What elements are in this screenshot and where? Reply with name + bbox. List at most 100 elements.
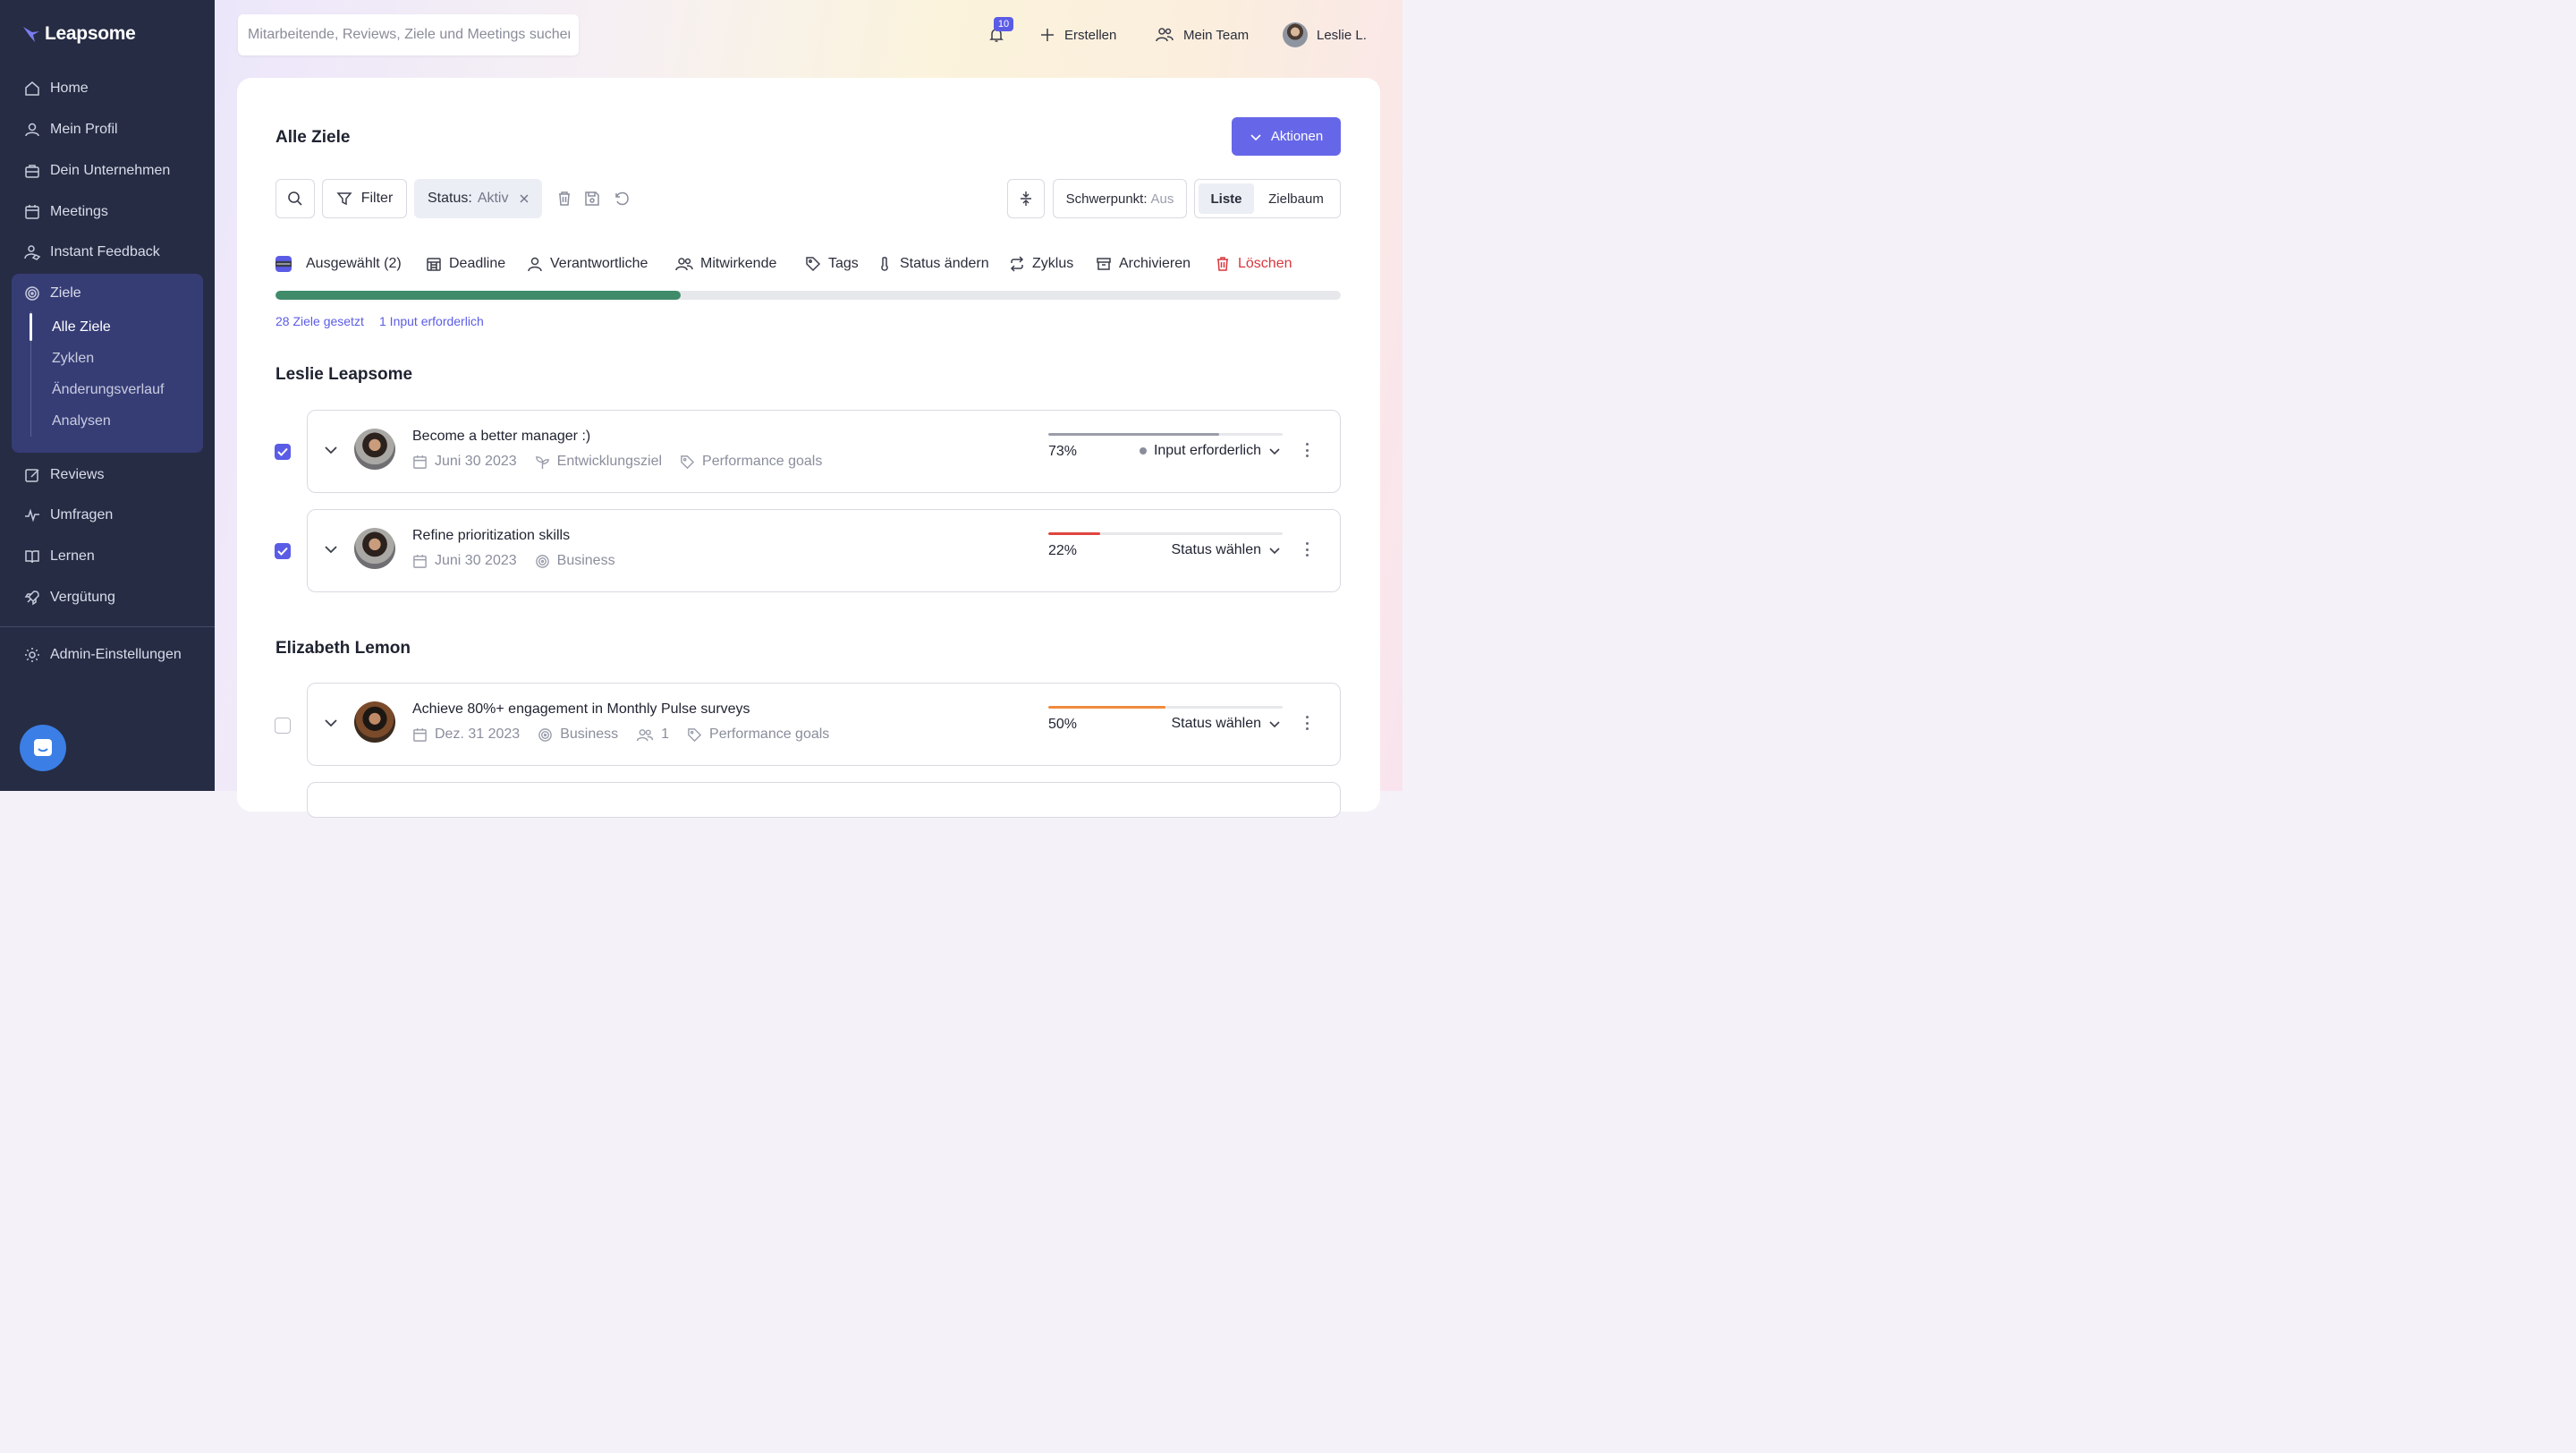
goal-title[interactable]: Refine prioritization skills	[412, 528, 570, 544]
briefcase-icon	[25, 165, 39, 178]
goal-row[interactable]: Achieve 80%+ engagement in Monthly Pulse…	[307, 683, 1341, 766]
focus-value: Aus	[1150, 191, 1174, 207]
goal-tag: Performance goals	[709, 726, 830, 742]
expand-goal-button[interactable]	[323, 541, 339, 557]
more-options-button[interactable]	[1301, 441, 1313, 459]
selected-count: Ausgewählt (2)	[306, 256, 402, 271]
goal-title[interactable]: Become a better manager :)	[412, 429, 590, 445]
sidebar-item-label: Vergütung	[50, 590, 115, 605]
goals-set-link[interactable]: 28 Ziele gesetzt	[275, 314, 364, 328]
goal-progress-fill	[1048, 706, 1165, 709]
search-input[interactable]	[248, 27, 570, 43]
save-filter-button[interactable]	[582, 189, 602, 208]
bulk-change-status[interactable]: Status ändern	[877, 253, 989, 275]
bulk-cycle[interactable]: Zyklus	[1009, 253, 1073, 275]
bulk-owners[interactable]: Verantwortliche	[527, 253, 648, 275]
subnav-analytics[interactable]: Analysen	[31, 405, 191, 437]
bulk-contributors[interactable]: Mitwirkende	[675, 253, 776, 275]
sidebar-item-label: Meetings	[50, 204, 108, 219]
goal-type: Business	[560, 726, 619, 742]
sidebar-item-label: Dein Unternehmen	[50, 163, 171, 178]
goal-title[interactable]: Achieve 80%+ engagement in Monthly Pulse…	[412, 701, 750, 718]
user-icon	[528, 257, 542, 272]
goal-checkbox[interactable]	[275, 718, 291, 734]
bulk-delete[interactable]: Löschen	[1215, 253, 1292, 275]
close-icon[interactable]	[517, 191, 531, 206]
sidebar-item-company[interactable]: Dein Unternehmen	[13, 153, 202, 189]
goal-status-label: Status wählen	[1171, 716, 1261, 731]
undo-icon	[615, 191, 629, 206]
checkbox[interactable]	[275, 718, 291, 734]
goal-row[interactable]: Refine prioritization skills Juni 30 202…	[307, 509, 1341, 592]
tag-icon	[681, 455, 695, 469]
goal-progress-bar	[1048, 706, 1283, 709]
leapsome-logo[interactable]: Leapsome	[21, 23, 136, 45]
search-goals-button[interactable]	[275, 179, 315, 218]
more-options-button[interactable]	[1301, 714, 1313, 732]
input-required-link[interactable]: 1 Input erforderlich	[379, 314, 484, 328]
calendar-icon	[413, 455, 427, 469]
sidebar-item-feedback[interactable]: Instant Feedback	[13, 234, 202, 270]
sidebar-item-profile[interactable]: Mein Profil	[13, 112, 202, 148]
bulk-select-all[interactable]: Ausgewählt (2)	[275, 253, 402, 275]
chevron-down-icon	[1269, 448, 1280, 455]
avatar	[1283, 22, 1308, 47]
sidebar-item-reviews[interactable]: Reviews	[13, 457, 202, 493]
sidebar-item-label: Lernen	[50, 548, 95, 564]
goal-checkbox[interactable]	[275, 444, 291, 460]
user-menu[interactable]: Leslie L.	[1283, 21, 1367, 48]
trash-icon	[1217, 257, 1228, 271]
sidebar-divider	[0, 626, 215, 627]
my-team-button[interactable]: Mein Team	[1155, 21, 1249, 48]
checkbox[interactable]	[275, 543, 291, 559]
owner-heading: Elizabeth Lemon	[275, 639, 411, 658]
create-button[interactable]: Erstellen	[1039, 21, 1116, 48]
goal-status-dropdown[interactable]: Input erforderlich	[1139, 443, 1281, 459]
goal-row[interactable]	[307, 782, 1341, 818]
sidebar-item-home[interactable]: Home	[13, 71, 202, 106]
bulk-archive-label: Archivieren	[1119, 256, 1191, 271]
goal-status-dropdown[interactable]: Status wählen	[1171, 542, 1281, 558]
sidebar-item-admin[interactable]: Admin-Einstellungen	[13, 637, 202, 673]
trash-icon	[559, 191, 570, 206]
actions-button[interactable]: Aktionen	[1232, 117, 1341, 156]
chevron-down-icon	[325, 446, 337, 455]
more-options-button[interactable]	[1301, 540, 1313, 558]
focus-toggle[interactable]: Schwerpunkt: Aus	[1053, 179, 1187, 218]
expand-goal-button[interactable]	[323, 442, 339, 458]
sidebar-item-learning[interactable]: Lernen	[13, 539, 202, 574]
select-all-checkbox[interactable]	[275, 256, 292, 272]
bulk-archive[interactable]: Archivieren	[1096, 253, 1191, 275]
view-list-option[interactable]: Liste	[1199, 183, 1254, 214]
search-icon	[288, 191, 302, 206]
subnav-cycles[interactable]: Zyklen	[31, 343, 191, 374]
chat-support-button[interactable]	[20, 725, 66, 771]
team-icon	[636, 728, 654, 741]
filter-button[interactable]: Filter	[322, 179, 407, 218]
sidebar-item-compensation[interactable]: Vergütung	[13, 580, 202, 616]
sidebar-item-label: Instant Feedback	[50, 244, 160, 259]
bulk-tags[interactable]: Tags	[805, 253, 859, 275]
expand-goal-button[interactable]	[323, 715, 339, 731]
thermometer-icon	[881, 257, 888, 271]
focus-label: Schwerpunkt:	[1065, 191, 1148, 207]
sidebar-item-goals[interactable]: Ziele	[13, 276, 202, 311]
delete-filter-button[interactable]	[555, 189, 574, 208]
goal-checkbox[interactable]	[275, 543, 291, 559]
checkbox[interactable]	[275, 444, 291, 460]
bulk-deadline[interactable]: Deadline	[426, 253, 505, 275]
subnav-all-goals[interactable]: Alle Ziele	[30, 311, 191, 343]
goal-row[interactable]: Become a better manager :) Juni 30 2023 …	[307, 410, 1341, 493]
sidebar-item-label: Umfragen	[50, 507, 114, 523]
chevron-down-icon	[325, 546, 337, 554]
view-tree-option[interactable]: Zielbaum	[1258, 183, 1335, 214]
sidebar-item-meetings[interactable]: Meetings	[13, 194, 202, 230]
reset-filter-button[interactable]	[612, 189, 631, 208]
sprout-icon	[535, 455, 549, 469]
status-filter-chip[interactable]: Status: Aktiv	[414, 179, 542, 218]
global-search[interactable]	[238, 14, 579, 55]
sidebar-item-surveys[interactable]: Umfragen	[13, 497, 202, 533]
expand-collapse-button[interactable]	[1007, 179, 1045, 218]
subnav-history[interactable]: Änderungsverlauf	[31, 374, 191, 405]
goal-status-dropdown[interactable]: Status wählen	[1171, 716, 1281, 732]
